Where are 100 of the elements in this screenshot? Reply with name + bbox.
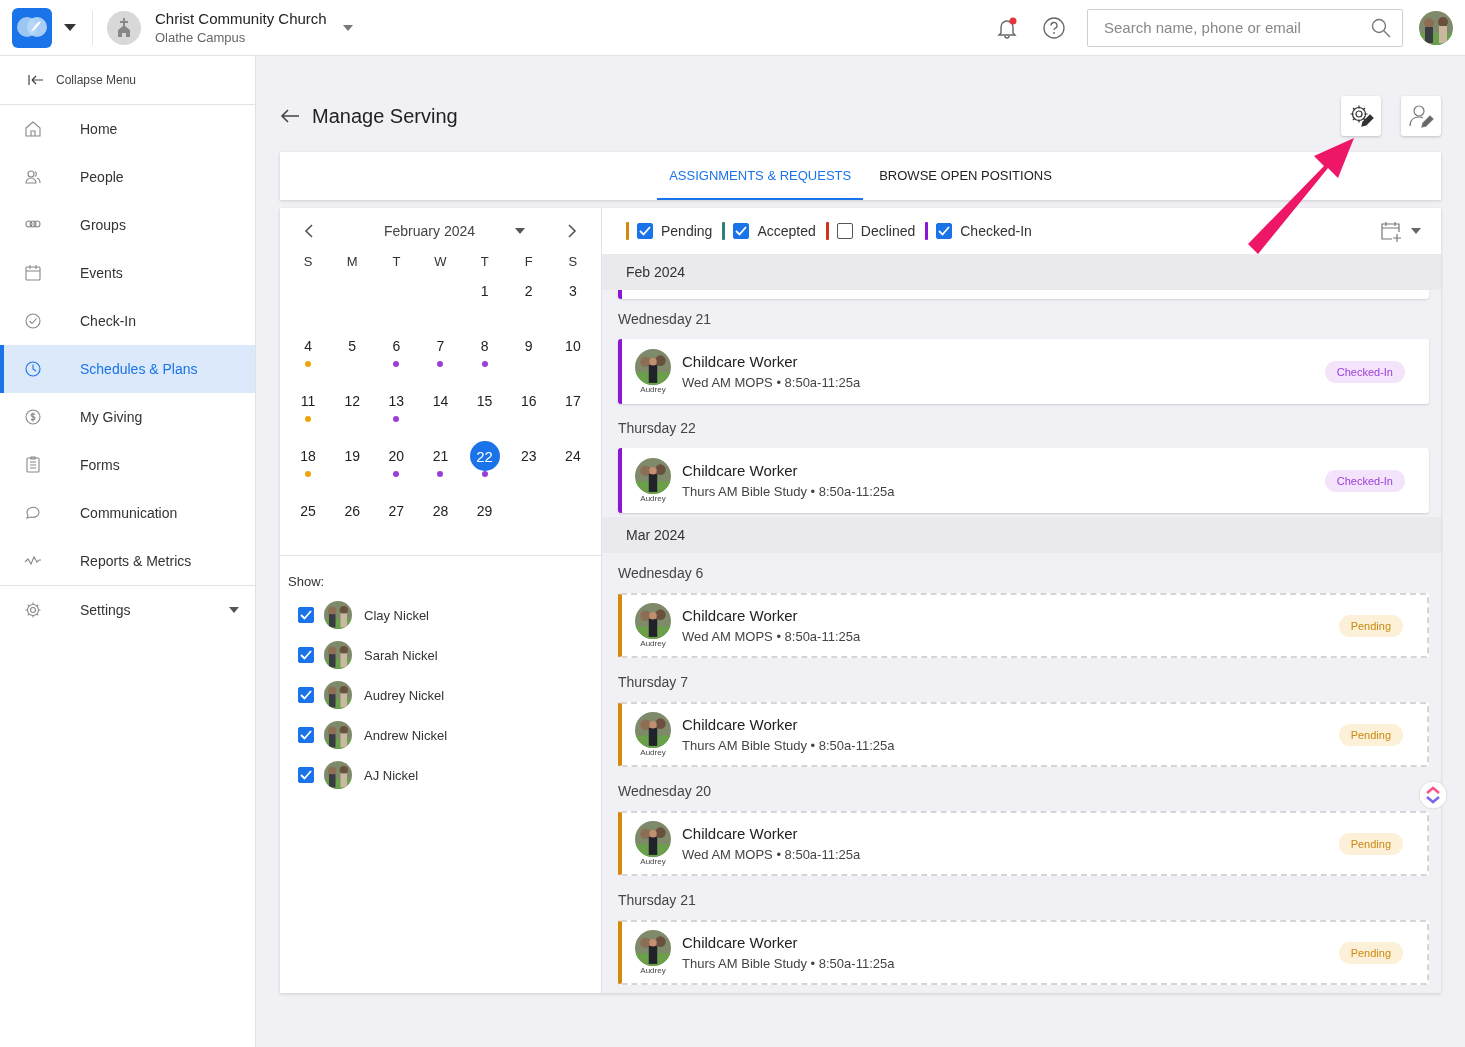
calendar-day[interactable]: 29 xyxy=(469,496,500,526)
next-icon[interactable] xyxy=(567,224,577,238)
checkbox[interactable] xyxy=(936,223,953,239)
calendar-day[interactable]: 10 xyxy=(557,331,588,361)
calendar-day[interactable]: 14 xyxy=(425,386,456,416)
calendar-day[interactable]: 20 xyxy=(381,441,412,471)
calendar-day[interactable]: 16 xyxy=(513,386,544,416)
calendar-day[interactable]: 4 xyxy=(293,331,324,361)
assignment-card[interactable]: Audrey Childcare Worker Thurs AM Bible Study • 8:50a-11:25a Pending xyxy=(618,702,1429,767)
calendar-day[interactable]: 11 xyxy=(293,386,324,416)
calendar-day[interactable]: 17 xyxy=(557,386,588,416)
sidebar-item[interactable]: People xyxy=(0,153,255,201)
weekday-label: T xyxy=(479,254,490,271)
checkbox[interactable] xyxy=(733,223,750,239)
checkbox[interactable] xyxy=(298,607,314,623)
org-name: Christ Community Church xyxy=(155,10,327,27)
calendar-day[interactable]: 2 xyxy=(513,276,544,306)
assignment-card[interactable]: Audrey Childcare Worker Wed AM MOPS • 8:50a-11:25a Pending xyxy=(618,593,1429,658)
weekday-label: S xyxy=(567,254,579,271)
sidebar-item[interactable]: Schedules & Plans xyxy=(0,345,255,393)
calendar-day[interactable]: 12 xyxy=(337,386,368,416)
settings-menu-item[interactable]: Settings xyxy=(0,585,255,634)
month-label[interactable]: February 2024 xyxy=(384,223,476,239)
role-title: Childcare Worker xyxy=(682,934,799,951)
calendar-day[interactable]: 19 xyxy=(337,441,368,471)
search-icon[interactable] xyxy=(1371,17,1391,38)
calendar-day[interactable]: 6 xyxy=(381,331,412,361)
person-edit-button[interactable] xyxy=(1401,96,1441,136)
bell-icon[interactable] xyxy=(995,15,1019,40)
calendar-day[interactable]: 23 xyxy=(513,441,544,471)
checkbox[interactable] xyxy=(298,727,314,743)
role-title: Childcare Worker xyxy=(682,462,799,479)
tab[interactable]: ASSIGNMENTS & REQUESTS xyxy=(657,152,864,200)
forms-icon xyxy=(24,456,42,474)
caret-icon[interactable] xyxy=(64,24,76,31)
schedule-detail: Wed AM MOPS • 8:50a-11:25a xyxy=(682,375,862,390)
person-name: AJ Nickel xyxy=(364,767,419,783)
calendar-day[interactable]: 13 xyxy=(381,386,412,416)
sidebar-item[interactable]: Home xyxy=(0,105,255,153)
day-label: Wednesday 21 xyxy=(618,310,713,329)
person-name: Audrey xyxy=(640,639,666,648)
sidebar-item[interactable]: My Giving xyxy=(0,393,255,441)
checkbox[interactable] xyxy=(836,223,853,239)
sidebar-item[interactable]: Forms xyxy=(0,441,255,489)
calendar-day[interactable]: 1 xyxy=(469,276,500,306)
campus-name: Olathe Campus xyxy=(155,30,247,45)
help-icon[interactable] xyxy=(1043,16,1065,39)
calendar-day[interactable]: 28 xyxy=(425,496,456,526)
calendar-day[interactable]: 25 xyxy=(293,496,324,526)
weekday-label: T xyxy=(391,254,402,271)
calendar-day[interactable]: 9 xyxy=(513,331,544,361)
assignment-card[interactable]: Audrey Childcare Worker Wed AM MOPS • 8:50a-11:25a Pending xyxy=(618,811,1429,876)
tab[interactable]: BROWSE OPEN POSITIONS xyxy=(867,152,1064,200)
checkbox[interactable] xyxy=(637,223,653,239)
sidebar-item[interactable]: Check-In xyxy=(0,297,255,345)
status-badge: Checked-In xyxy=(1324,360,1405,383)
calendar-day[interactable]: 5 xyxy=(337,331,368,361)
sidebar-item[interactable]: Communication xyxy=(0,489,255,537)
status-badge: Pending xyxy=(1338,941,1403,964)
calendar-day[interactable]: 15 xyxy=(469,386,500,416)
calendar-day[interactable]: 3 xyxy=(557,276,588,306)
role-title: Childcare Worker xyxy=(682,353,799,370)
app-logo[interactable] xyxy=(12,7,52,48)
status-badge: Pending xyxy=(1338,723,1403,746)
calendar-day[interactable]: 26 xyxy=(337,496,368,526)
calendar-day[interactable]: 24 xyxy=(557,441,588,471)
settings-edit-button[interactable] xyxy=(1341,96,1381,136)
assignment-card[interactable]: Audrey Childcare Worker Thurs AM Bible Study • 8:50a-11:25a Pending xyxy=(618,920,1429,985)
checkbox[interactable] xyxy=(298,767,314,783)
search-field[interactable]: Search name, phone or email xyxy=(1087,8,1403,47)
assignment-card[interactable]: Audrey Childcare Worker Thurs AM Bible Study • 8:50a-11:25a Checked-In xyxy=(618,448,1429,513)
previous-icon[interactable] xyxy=(304,224,314,238)
calendar-day[interactable]: 27 xyxy=(381,496,412,526)
calendar-day[interactable]: 18 xyxy=(293,441,324,471)
role-title: Childcare Worker xyxy=(682,716,799,733)
schedule-detail: Thurs AM Bible Study • 8:50a-11:25a xyxy=(682,738,896,753)
checkbox[interactable] xyxy=(298,687,314,703)
calendar-day[interactable]: 22 xyxy=(469,441,500,471)
calendar-day[interactable]: 21 xyxy=(425,441,456,471)
calendar-add-icon[interactable] xyxy=(1379,219,1403,243)
widget-icon[interactable] xyxy=(1418,780,1448,810)
collapse-menu-button[interactable]: Collapse Menu xyxy=(0,56,255,105)
person-name: Audrey xyxy=(640,385,666,394)
status-badge: Checked-In xyxy=(1324,469,1405,492)
checkbox[interactable] xyxy=(298,647,314,663)
caret-icon[interactable] xyxy=(1411,228,1421,234)
assignment-card[interactable]: Audrey Childcare Worker Wed AM MOPS • 8:50a-11:25a Checked-In xyxy=(618,339,1429,404)
sidebar-item[interactable]: Groups xyxy=(0,201,255,249)
calendar-day[interactable]: 7 xyxy=(425,331,456,361)
weekday-label: M xyxy=(345,254,359,271)
schedule-detail: Wed AM MOPS • 8:50a-11:25a xyxy=(682,629,862,644)
person-name: Audrey xyxy=(640,857,666,866)
sidebar-item[interactable]: Reports & Metrics xyxy=(0,537,255,585)
collapse-icon xyxy=(28,74,44,86)
status-badge: Pending xyxy=(1338,832,1403,855)
caret-icon[interactable] xyxy=(515,228,526,234)
month-header: Feb 2024 xyxy=(602,254,1441,290)
sidebar-item[interactable]: Events xyxy=(0,249,255,297)
back-arrow-icon[interactable] xyxy=(280,108,300,124)
calendar-day[interactable]: 8 xyxy=(469,331,500,361)
